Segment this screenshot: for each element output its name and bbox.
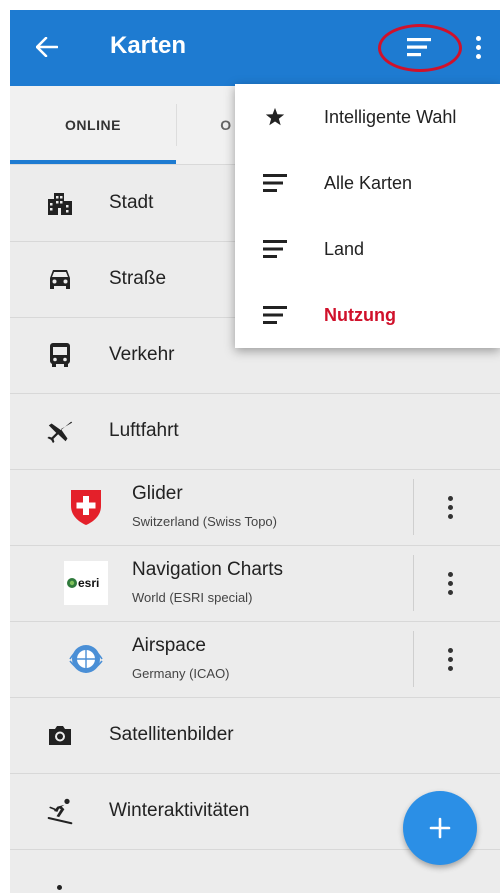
highlight-ring [378, 24, 462, 72]
map-menu-button[interactable] [438, 643, 462, 675]
sort-menu-item-intelligente-wahl[interactable]: Intelligente Wahl [235, 84, 500, 150]
skier-icon [46, 797, 74, 825]
screen: Karten ONLINE O Stadt Straße Verkehr Luf… [10, 10, 500, 893]
map-row-navigation-charts[interactable]: esri Navigation Charts World (ESRI speci… [10, 545, 500, 622]
map-menu-button[interactable] [438, 491, 462, 523]
sort-lines-icon [261, 169, 289, 197]
plus-icon [429, 817, 451, 839]
esri-logo: esri [64, 561, 108, 605]
map-row-airspace[interactable]: Airspace Germany (ICAO) [10, 621, 500, 698]
category-label: Satellitenbilder [109, 724, 234, 745]
map-region: Switzerland (Swiss Topo) [132, 514, 277, 529]
category-row-luftfahrt[interactable]: Luftfahrt [10, 393, 500, 470]
map-menu-button[interactable] [438, 567, 462, 599]
sort-menu-item-land[interactable]: Land [235, 216, 500, 282]
divider [413, 479, 414, 535]
divider [413, 555, 414, 611]
back-button[interactable] [32, 32, 62, 62]
category-row-satellitenbilder[interactable]: Satellitenbilder [10, 697, 500, 774]
esri-logo-text: esri [78, 576, 99, 590]
airplane-icon [46, 417, 74, 445]
map-region: Germany (ICAO) [132, 666, 230, 681]
sort-menu-label: Intelligente Wahl [324, 106, 457, 127]
bus-icon [46, 341, 74, 369]
divider [413, 631, 414, 687]
map-name: Glider [132, 483, 183, 504]
sort-menu-label: Land [324, 238, 365, 259]
more-vertical-icon[interactable] [468, 32, 488, 62]
sort-lines-icon [261, 235, 289, 263]
category-label: Stadt [109, 192, 154, 213]
category-label: Luftfahrt [109, 420, 179, 441]
city-icon [46, 189, 74, 217]
car-icon [46, 265, 74, 293]
map-region: World (ESRI special) [132, 590, 253, 605]
add-map-button[interactable] [403, 791, 477, 865]
sort-menu-item-alle-karten[interactable]: Alle Karten [235, 150, 500, 216]
sort-button[interactable] [378, 24, 462, 72]
tab-online[interactable]: ONLINE [10, 86, 176, 164]
sort-lines-icon [261, 301, 289, 329]
sort-menu-label-active: Nutzung [324, 304, 396, 325]
swiss-shield-logo [64, 485, 108, 529]
map-name: Navigation Charts [132, 559, 284, 580]
category-label: Winteraktivitäten [109, 800, 250, 821]
sort-menu-label: Alle Karten [324, 172, 413, 193]
camera-icon [46, 721, 74, 749]
category-label: Verkehr [109, 344, 175, 365]
category-label: Straße [109, 268, 167, 289]
arrow-left-icon [36, 37, 58, 57]
map-name: Airspace [132, 635, 206, 656]
page-title: Karten [110, 32, 187, 59]
partial-icon [57, 885, 62, 890]
icao-logo [64, 637, 108, 681]
star-icon [261, 103, 289, 131]
map-row-glider[interactable]: Glider Switzerland (Swiss Topo) [10, 469, 500, 546]
sort-menu: Intelligente Wahl Alle Karten Land Nutzu… [235, 84, 500, 348]
sort-menu-item-nutzung[interactable]: Nutzung [235, 282, 500, 348]
app-bar: Karten [10, 10, 500, 86]
